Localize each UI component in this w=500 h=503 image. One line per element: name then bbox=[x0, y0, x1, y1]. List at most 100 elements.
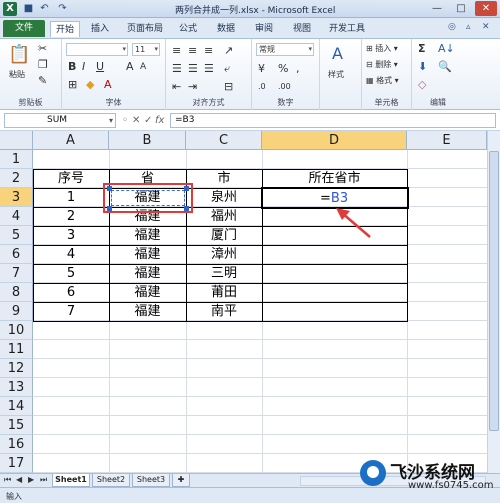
cell-a9[interactable]: 7 bbox=[33, 302, 109, 321]
row-header-4[interactable]: 4 bbox=[0, 207, 33, 226]
delete-cells-button[interactable]: ⊟ 删除 ▾ bbox=[366, 59, 398, 70]
fill-icon[interactable]: ⬇ bbox=[418, 61, 427, 73]
cell-c3[interactable]: 泉州 bbox=[186, 188, 262, 207]
decrease-decimal-icon[interactable]: .00 bbox=[278, 81, 291, 93]
align-bottom-icon[interactable]: ≡ bbox=[204, 45, 213, 57]
ribbon-minimize-icon[interactable]: ▵ bbox=[466, 22, 471, 32]
row-header-14[interactable]: 14 bbox=[0, 397, 33, 416]
row-header-2[interactable]: 2 bbox=[0, 169, 33, 188]
range-handle[interactable] bbox=[184, 206, 189, 211]
last-sheet-icon[interactable]: ⏭ bbox=[40, 475, 47, 485]
font-size-select[interactable]: 11 ▾ bbox=[132, 43, 160, 56]
fill-color-icon[interactable]: ◆ bbox=[86, 79, 94, 91]
cut-icon[interactable]: ✂ bbox=[38, 43, 47, 55]
row-header-1[interactable]: 1 bbox=[0, 150, 33, 169]
cell-c6[interactable]: 漳州 bbox=[186, 245, 262, 264]
cell-b9[interactable]: 福建 bbox=[109, 302, 186, 321]
cell-c2-header[interactable]: 市 bbox=[186, 169, 262, 188]
cell-b7[interactable]: 福建 bbox=[109, 264, 186, 283]
decrease-indent-icon[interactable]: ⇤ bbox=[172, 81, 181, 93]
cell-c8[interactable]: 莆田 bbox=[186, 283, 262, 302]
cell-a3[interactable]: 1 bbox=[33, 188, 109, 207]
excel-app-icon[interactable]: X bbox=[3, 2, 17, 16]
column-header-e[interactable]: E bbox=[407, 131, 487, 150]
cell-a2-header[interactable]: 序号 bbox=[33, 169, 109, 188]
column-header-b[interactable]: B bbox=[109, 131, 186, 150]
cell-c9[interactable]: 南平 bbox=[186, 302, 262, 321]
row-header-7[interactable]: 7 bbox=[0, 264, 33, 283]
tab-page-layout[interactable]: 页面布局 bbox=[122, 21, 168, 37]
name-box[interactable]: SUM ▾ bbox=[4, 113, 116, 128]
formula-input[interactable]: =B3 bbox=[170, 113, 496, 128]
styles-button[interactable]: 样式 bbox=[328, 69, 344, 80]
redo-icon[interactable]: ↷ bbox=[56, 2, 69, 15]
row-header-9[interactable]: 9 bbox=[0, 302, 33, 321]
bold-button[interactable]: B bbox=[68, 61, 76, 73]
cell-b8[interactable]: 福建 bbox=[109, 283, 186, 302]
row-header-11[interactable]: 11 bbox=[0, 340, 33, 359]
copy-icon[interactable]: ❐ bbox=[38, 59, 48, 71]
increase-decimal-icon[interactable]: .0 bbox=[258, 81, 266, 93]
tab-formulas[interactable]: 公式 bbox=[174, 21, 202, 37]
cell-a5[interactable]: 3 bbox=[33, 226, 109, 245]
row-header-16[interactable]: 16 bbox=[0, 435, 33, 454]
column-header-c[interactable]: C bbox=[186, 131, 262, 150]
workbook-close-icon[interactable]: ✕ bbox=[482, 22, 490, 32]
sort-filter-icon[interactable]: A↓ bbox=[438, 43, 455, 55]
sheet-tab-1[interactable]: Sheet1 bbox=[52, 474, 90, 487]
range-handle[interactable] bbox=[184, 186, 189, 191]
enter-button[interactable]: ✓ bbox=[144, 114, 152, 127]
row-header-12[interactable]: 12 bbox=[0, 359, 33, 378]
comma-button[interactable]: , bbox=[296, 63, 300, 75]
underline-button[interactable]: U bbox=[96, 61, 104, 73]
cell-c5[interactable]: 厦门 bbox=[186, 226, 262, 245]
clear-icon[interactable]: ◇ bbox=[418, 79, 426, 91]
tab-data[interactable]: 数据 bbox=[212, 21, 240, 37]
shrink-font-icon[interactable]: A bbox=[140, 61, 146, 73]
row-header-5[interactable]: 5 bbox=[0, 226, 33, 245]
tab-file[interactable]: 文件 bbox=[3, 20, 45, 37]
number-format-select[interactable]: 常规 ▾ bbox=[256, 43, 314, 56]
select-all-button[interactable] bbox=[0, 131, 33, 150]
tab-view[interactable]: 视图 bbox=[288, 21, 316, 37]
new-sheet-icon[interactable]: ✚ bbox=[172, 474, 190, 487]
merge-center-icon[interactable]: ⊟ bbox=[224, 81, 233, 93]
cell-c4[interactable]: 福州 bbox=[186, 207, 262, 226]
align-right-icon[interactable]: ☰ bbox=[204, 63, 214, 75]
border-icon[interactable]: ⊞ bbox=[68, 79, 77, 91]
vertical-scrollbar[interactable] bbox=[487, 131, 500, 473]
cancel-button[interactable]: ✕ bbox=[132, 114, 140, 127]
align-middle-icon[interactable]: ≡ bbox=[188, 45, 197, 57]
range-handle[interactable] bbox=[107, 186, 112, 191]
tab-review[interactable]: 审阅 bbox=[250, 21, 278, 37]
insert-cells-button[interactable]: ⊞ 插入 ▾ bbox=[366, 43, 398, 54]
range-handle[interactable] bbox=[107, 206, 112, 211]
row-header-6[interactable]: 6 bbox=[0, 245, 33, 264]
percent-button[interactable]: % bbox=[278, 63, 288, 75]
save-icon[interactable]: ■ bbox=[22, 2, 35, 15]
increase-indent-icon[interactable]: ⇥ bbox=[188, 81, 197, 93]
scrollbar-thumb[interactable] bbox=[489, 151, 499, 431]
find-select-icon[interactable]: 🔍 bbox=[438, 61, 452, 73]
next-sheet-icon[interactable]: ▶ bbox=[28, 475, 34, 484]
align-left-icon[interactable]: ☰ bbox=[172, 63, 182, 75]
row-header-17[interactable]: 17 bbox=[0, 454, 33, 473]
worksheet-grid[interactable]: A B C D E 1 2 3 4 5 6 7 8 9 10 11 12 13 14 15 16 17 序号 省… bbox=[0, 131, 500, 473]
close-button[interactable]: ✕ bbox=[475, 1, 497, 16]
paste-button[interactable]: 粘贴 bbox=[9, 69, 25, 80]
sheet-tab-3[interactable]: Sheet3 bbox=[132, 474, 170, 487]
column-header-a[interactable]: A bbox=[33, 131, 109, 150]
collapse-icon[interactable]: ◦ bbox=[122, 114, 128, 127]
first-sheet-icon[interactable]: ⏮ bbox=[4, 475, 11, 485]
row-header-15[interactable]: 15 bbox=[0, 416, 33, 435]
row-header-10[interactable]: 10 bbox=[0, 321, 33, 340]
cell-b5[interactable]: 福建 bbox=[109, 226, 186, 245]
minimize-button[interactable]: — bbox=[426, 1, 448, 16]
help-icon[interactable]: ◎ bbox=[448, 22, 456, 32]
currency-icon[interactable]: ¥ bbox=[258, 63, 265, 75]
row-header-13[interactable]: 13 bbox=[0, 378, 33, 397]
paste-icon[interactable]: 📋 bbox=[8, 45, 30, 65]
prev-sheet-icon[interactable]: ◀ bbox=[16, 475, 22, 484]
italic-button[interactable]: I bbox=[82, 61, 85, 73]
cell-a7[interactable]: 5 bbox=[33, 264, 109, 283]
